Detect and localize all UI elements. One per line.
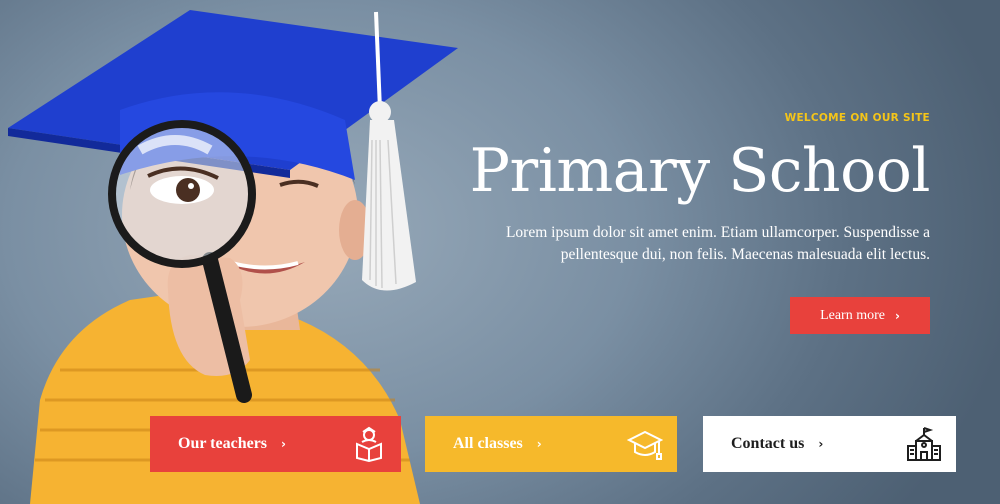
learn-more-button[interactable]: Learn more › [790, 297, 930, 334]
hero-slider: WELCOME ON OUR SITE Primary School Lorem… [0, 0, 1000, 504]
school-building-icon [907, 427, 941, 461]
chevron-right-icon: › [536, 437, 542, 451]
contact-us-label: Contact us [731, 435, 805, 452]
our-teachers-card[interactable]: Our teachers › [150, 416, 401, 472]
learn-more-label: Learn more [820, 307, 885, 323]
contact-us-card[interactable]: Contact us › [703, 416, 956, 472]
hero-description: Lorem ipsum dolor sit amet enim. Etiam u… [505, 224, 930, 263]
chevron-right-icon: › [818, 437, 824, 451]
all-classes-card[interactable]: All classes › [425, 416, 677, 472]
our-teachers-label: Our teachers [178, 435, 268, 452]
student-at-desk-icon [356, 426, 382, 462]
graduation-cap-icon [627, 430, 663, 460]
chevron-right-icon: › [894, 308, 900, 323]
chevron-right-icon: › [281, 437, 286, 451]
welcome-tagline: WELCOME ON OUR SITE [784, 112, 930, 124]
all-classes-label: All classes [453, 435, 523, 452]
page-title: Primary School [469, 136, 931, 206]
